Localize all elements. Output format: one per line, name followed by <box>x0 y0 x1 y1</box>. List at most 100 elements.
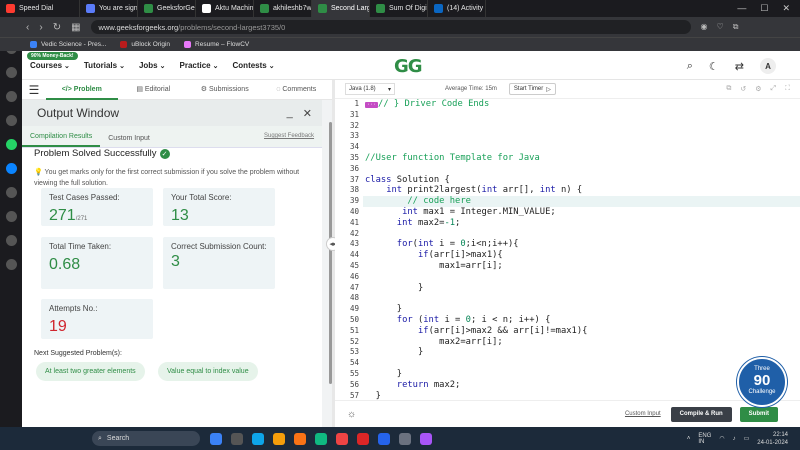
tab-grid-icon[interactable]: ▦ <box>71 22 80 33</box>
close-window-icon[interactable]: ✕ <box>782 3 790 14</box>
pin-icon[interactable] <box>5 187 17 198</box>
compile-run-button[interactable]: Compile & Run <box>670 406 732 422</box>
browser-tab[interactable]: Second Largest | Pr <box>312 0 370 17</box>
tab-comments[interactable]: ◌ Comments <box>261 80 333 100</box>
taskbar: ⌕ Search ˄ ENG IN ◠ ♪ ▭ 22:14 24-01-2024 <box>0 427 800 450</box>
vscode-icon[interactable] <box>420 432 432 445</box>
search-icon[interactable]: ⌕ <box>687 60 693 73</box>
task-view-icon[interactable] <box>231 432 243 445</box>
minimize-output-icon[interactable]: _ <box>287 107 293 120</box>
volume-icon[interactable]: ♪ <box>733 436 736 442</box>
more-icon[interactable] <box>5 259 17 270</box>
history-icon[interactable] <box>5 91 17 102</box>
tab-custom-input[interactable]: Custom Input <box>100 135 158 147</box>
word-icon[interactable] <box>378 432 390 445</box>
avatar[interactable]: A <box>760 58 776 74</box>
solved-text: Problem Solved Successfully <box>34 148 157 159</box>
submit-button[interactable]: Submit <box>739 406 778 422</box>
copy-icon[interactable]: ⧉ <box>726 85 731 93</box>
whatsapp-icon[interactable] <box>5 139 17 150</box>
settings-icon[interactable] <box>5 235 17 246</box>
bookmark-item[interactable]: Vedic Science - Pres... <box>30 41 106 48</box>
code-text: } <box>365 390 381 400</box>
browser-tab[interactable]: GeeksforGeeks | A <box>138 0 196 17</box>
download-icon[interactable] <box>5 115 17 126</box>
code-line: // code here <box>363 196 800 207</box>
back-icon[interactable]: ‹ <box>26 22 29 33</box>
extensions-icon[interactable]: ⧉ <box>733 22 739 32</box>
browser-tab[interactable]: Speed Dial <box>0 0 80 17</box>
line-number: 35 <box>349 152 359 162</box>
tab-editorial[interactable]: ▤ Editorial <box>118 80 190 100</box>
tab-compilation-results[interactable]: Compilation Results <box>22 133 101 147</box>
menu-icon[interactable]: ☰ <box>22 83 46 97</box>
custom-input-link[interactable]: Custom Input <box>625 411 661 417</box>
next-problem-chip[interactable]: At least two greater elements <box>36 362 145 381</box>
maximize-icon[interactable]: ☐ <box>760 3 768 14</box>
lang-indicator[interactable]: ENG IN <box>698 433 711 445</box>
reload-icon[interactable]: ↻ <box>53 22 61 33</box>
browser-tab[interactable]: Aktu Machine Learn <box>196 0 254 17</box>
browser-tab[interactable]: (14) Activity | Akhil <box>428 0 486 17</box>
theme-toggle-icon[interactable]: ☼ <box>347 409 356 420</box>
forward-icon[interactable]: › <box>39 22 42 33</box>
language-select[interactable]: Java (1.8) ▾ <box>345 83 395 95</box>
start-timer-button[interactable]: Start Timer ▷ <box>508 83 556 95</box>
nav-jobs[interactable]: Jobs ⌄ <box>139 61 166 70</box>
messenger-icon[interactable] <box>5 163 17 174</box>
next-problem-chip[interactable]: Value equal to index value <box>158 362 258 381</box>
chevron-up-icon[interactable]: ˄ <box>687 436 691 442</box>
bookmark-item[interactable]: uBlock Origin <box>120 41 170 48</box>
taskbar-search[interactable]: ⌕ Search <box>92 431 200 446</box>
bookmark-item[interactable]: Resume – FlowCV <box>184 41 249 48</box>
gfg-logo[interactable]: GG <box>394 56 423 77</box>
nav-tutorials[interactable]: Tutorials ⌄ <box>84 61 125 70</box>
browser-tab[interactable]: You are signed in a <box>80 0 138 17</box>
close-output-icon[interactable]: ✕ <box>303 107 312 120</box>
file-explorer-icon[interactable] <box>273 432 285 445</box>
code-line: class Solution { <box>363 175 800 186</box>
browser-tab[interactable]: akhileshb7w3a | Ge <box>254 0 312 17</box>
minimize-icon[interactable]: — <box>737 3 746 14</box>
browser-tab[interactable]: Sum Of Digits | Pra <box>370 0 428 17</box>
code-text: max1=arr[i]; <box>365 260 503 271</box>
vlc-icon[interactable] <box>294 432 306 445</box>
nav-practice[interactable]: Practice ⌄ <box>180 61 219 70</box>
edge-icon[interactable] <box>252 432 264 445</box>
nav-courses[interactable]: 90% Money-Back! Courses ⌄ <box>27 51 78 70</box>
nav-contests[interactable]: Contests ⌄ <box>233 61 275 70</box>
brave-icon[interactable] <box>336 432 348 445</box>
expand-icon[interactable]: ⛶ <box>785 85 790 93</box>
line-number: 37 <box>349 174 359 184</box>
chrome-icon[interactable] <box>315 432 327 445</box>
bulb-icon: 💡 <box>34 169 43 176</box>
star-icon[interactable] <box>5 67 17 78</box>
folded-code-icon[interactable]: ··· <box>365 102 379 108</box>
chevron-down-icon: ⌄ <box>268 62 275 70</box>
wifi-icon[interactable]: ◠ <box>719 435 724 442</box>
tab-submissions[interactable]: ⚙ Submissions <box>189 80 261 100</box>
line-number: 32 <box>349 120 359 130</box>
tab-favicon-icon <box>260 4 269 13</box>
clock[interactable]: 22:14 24-01-2024 <box>757 431 788 447</box>
settings-app-icon[interactable] <box>399 432 411 445</box>
windows-start-icon[interactable] <box>210 432 222 445</box>
tab-problem[interactable]: </> Problem <box>46 80 118 100</box>
marks-note: 💡 You get marks only for the first corre… <box>34 167 319 189</box>
url-field[interactable]: www.geeksforgeeks.org/problems/second-la… <box>90 20 691 34</box>
timer-label: Start Timer <box>513 86 544 92</box>
suggest-feedback-link[interactable]: Suggest Feedback <box>264 133 314 139</box>
settings-icon[interactable]: ⚙ <box>755 85 761 93</box>
camera-icon[interactable]: ◉ <box>701 22 708 32</box>
code-area[interactable]: ···// } Driver Code Ends //User function … <box>363 99 800 400</box>
bookmark-icon[interactable]: ♡ <box>717 22 724 32</box>
translate-icon[interactable]: ⇄ <box>735 60 744 73</box>
challenge-badge[interactable]: Three 90 Challenge <box>737 357 787 407</box>
reset-icon[interactable]: ↺ <box>740 85 746 93</box>
dark-mode-icon[interactable]: ☾ <box>709 60 719 73</box>
tab-favicon-icon <box>434 4 443 13</box>
fullscreen-icon[interactable]: ⤢ <box>770 85 776 93</box>
battery-icon[interactable]: ▭ <box>744 435 750 442</box>
opera-icon[interactable] <box>357 432 369 445</box>
clock-icon[interactable] <box>5 211 17 222</box>
